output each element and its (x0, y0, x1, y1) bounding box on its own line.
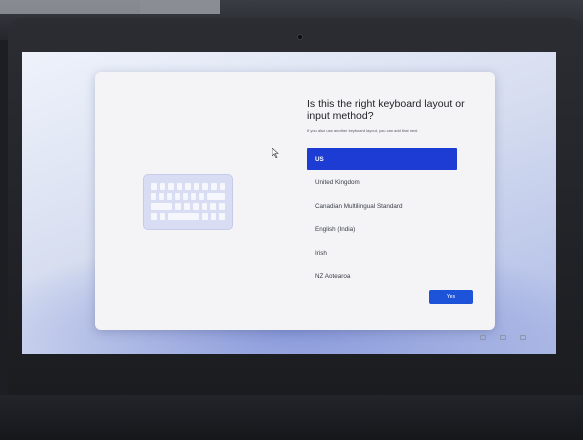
system-tray (480, 335, 526, 340)
illustration-pane (95, 72, 295, 330)
layout-selection-pane: Is this the right keyboard layout or inp… (307, 98, 487, 289)
layout-option[interactable]: Irish (307, 242, 457, 264)
layout-option[interactable]: US (307, 148, 457, 170)
background-monitor-glare-2 (140, 0, 220, 14)
volume-icon[interactable] (520, 335, 526, 340)
yes-button[interactable]: Yes (429, 290, 473, 304)
mouse-cursor-icon (272, 148, 279, 158)
laptop-screen: Is this the right keyboard layout or inp… (22, 52, 556, 354)
page-subtitle: If you also use another keyboard layout,… (307, 128, 419, 133)
accessibility-icon[interactable] (480, 335, 486, 340)
network-icon[interactable] (500, 335, 506, 340)
keyboard-layout-list: US United Kingdom Canadian Multilingual St… (307, 148, 487, 288)
laptop-base (0, 395, 583, 440)
webcam-icon (297, 34, 303, 40)
keyboard-layout-dialog: Is this the right keyboard layout or inp… (95, 72, 495, 330)
layout-option[interactable]: Canadian Multilingual Standard (307, 195, 457, 217)
layout-option[interactable]: United Kingdom (307, 172, 457, 194)
page-title: Is this the right keyboard layout or inp… (307, 98, 465, 122)
keyboard-icon (143, 174, 233, 230)
layout-option[interactable]: NZ Aotearoa (307, 266, 457, 288)
layout-option[interactable]: English (India) (307, 219, 457, 241)
